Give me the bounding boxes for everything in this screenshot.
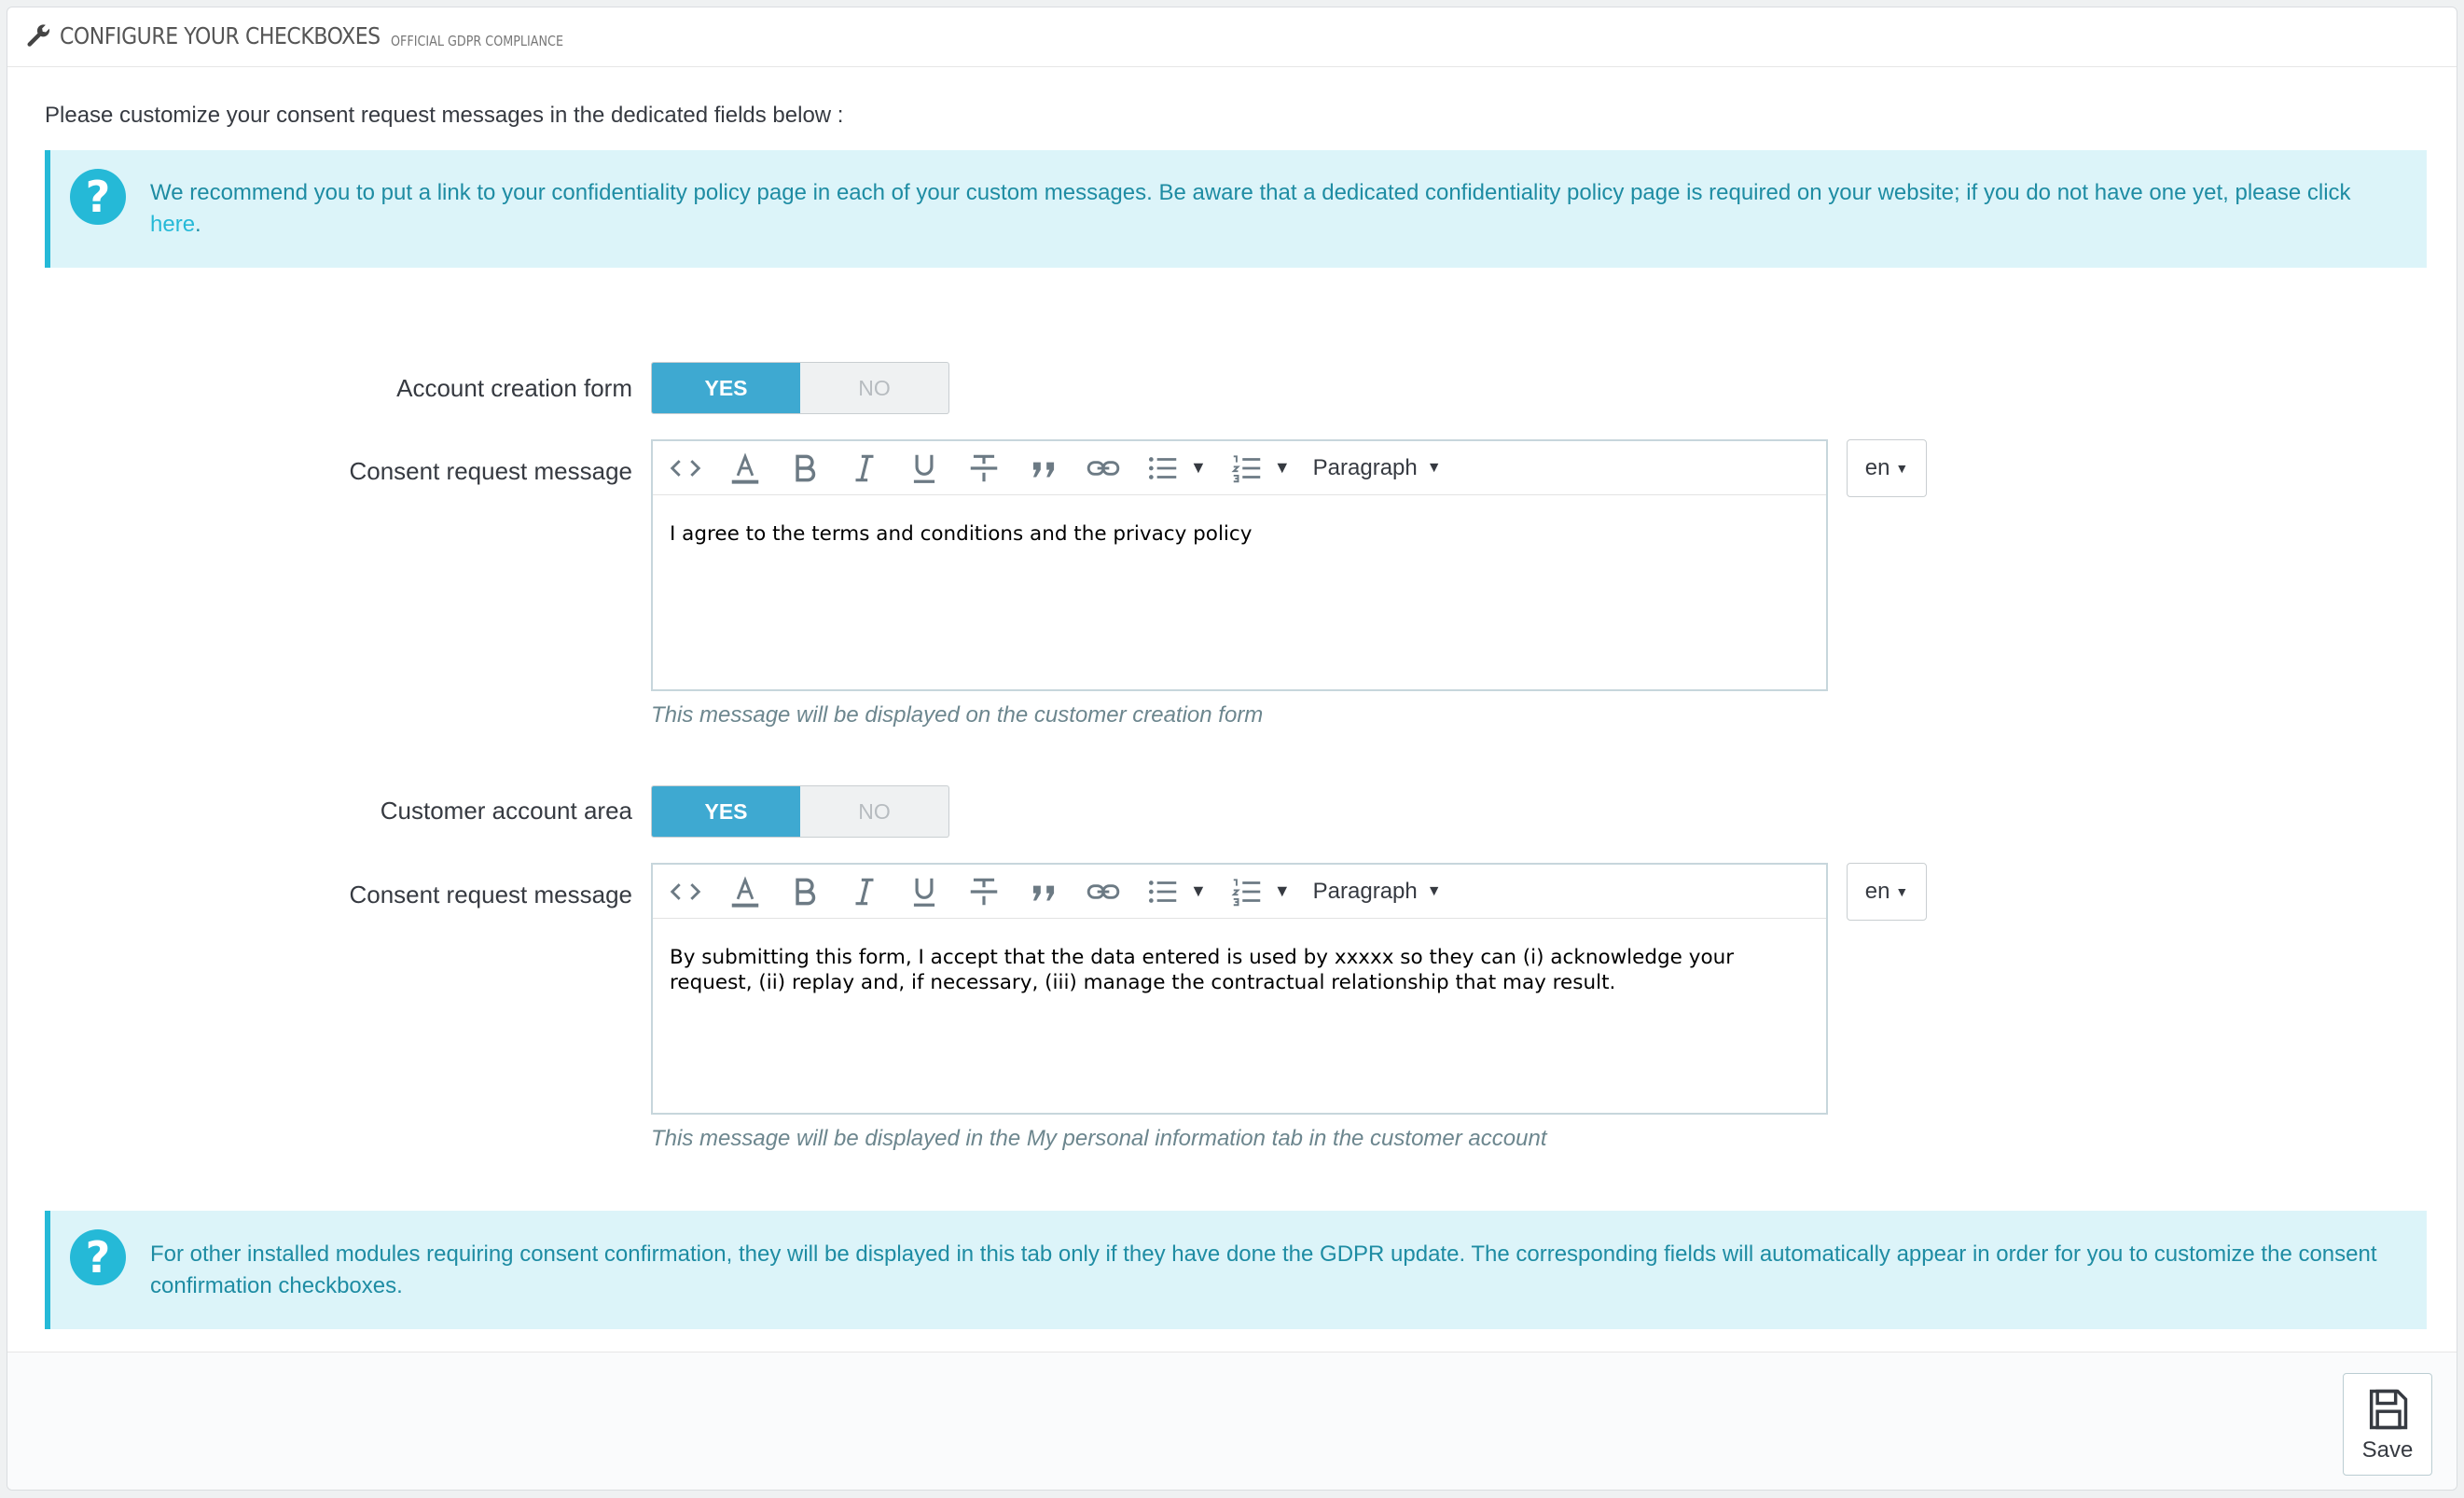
- customer-account-area-label: Customer account area: [380, 797, 632, 825]
- alert-text: We recommend you to put a link to your c…: [150, 180, 2351, 237]
- wrench-icon: [27, 24, 50, 47]
- question-circle-icon: ?: [70, 169, 126, 225]
- bullet-list-dropdown-icon[interactable]: ▼: [1190, 873, 1207, 910]
- bold-icon[interactable]: [787, 450, 823, 487]
- customer-account-toggle[interactable]: YES NO: [651, 785, 949, 838]
- toggle-no[interactable]: NO: [800, 363, 948, 413]
- blockquote-icon[interactable]: [1026, 450, 1061, 487]
- toggle-no[interactable]: NO: [800, 786, 948, 837]
- numbered-list-dropdown-icon[interactable]: ▼: [1274, 873, 1291, 910]
- toggle-yes[interactable]: YES: [652, 363, 800, 413]
- panel-subtitle: OFFICIAL GDPR COMPLIANCE: [390, 33, 563, 49]
- numbered-list-dropdown-icon[interactable]: ▼: [1274, 450, 1291, 487]
- underline-icon[interactable]: [907, 873, 942, 910]
- toggle-yes[interactable]: YES: [652, 786, 800, 837]
- intro-text: Please customize your consent request me…: [45, 103, 844, 128]
- link-icon[interactable]: [1086, 873, 1121, 910]
- question-circle-icon: ?: [70, 1229, 126, 1285]
- numbered-list-icon[interactable]: [1229, 450, 1265, 487]
- consent-message-text[interactable]: By submitting this form, I accept that t…: [653, 919, 1826, 995]
- consent-message-editor[interactable]: ▼ ▼ Paragraph ▼ By submitting this form, …: [651, 863, 1828, 1115]
- help-text: This message will be displayed in the My…: [651, 1126, 1547, 1151]
- bold-icon[interactable]: [787, 873, 823, 910]
- strikethrough-icon[interactable]: [966, 450, 1002, 487]
- consent-message-label: Consent request message: [349, 881, 632, 909]
- caret-down-icon: ▼: [1895, 884, 1909, 899]
- consent-message-editor[interactable]: ▼ ▼ Paragraph ▼ I agree to the terms and …: [651, 439, 1828, 691]
- language-selector[interactable]: en ▼: [1847, 439, 1927, 497]
- bullet-list-icon[interactable]: [1145, 873, 1181, 910]
- here-link[interactable]: here: [150, 212, 195, 237]
- panel-footer: Save: [7, 1352, 2457, 1490]
- save-button[interactable]: Save: [2343, 1373, 2432, 1476]
- paragraph-format-dropdown[interactable]: Paragraph ▼: [1313, 873, 1442, 910]
- alert-text: For other installed modules requiring co…: [150, 1241, 2377, 1298]
- panel-title: CONFIGURE YOUR CHECKBOXES: [60, 22, 381, 49]
- account-creation-toggle[interactable]: YES NO: [651, 362, 949, 414]
- info-alert-modules: ? For other installed modules requiring …: [45, 1211, 2427, 1329]
- caret-down-icon: ▼: [1895, 461, 1909, 476]
- numbered-list-icon[interactable]: [1229, 873, 1265, 910]
- consent-message-text[interactable]: I agree to the terms and conditions and …: [653, 495, 1826, 547]
- configure-checkboxes-panel: CONFIGURE YOUR CHECKBOXES OFFICIAL GDPR …: [7, 7, 2457, 1491]
- code-icon[interactable]: [668, 450, 703, 487]
- italic-icon[interactable]: [847, 873, 882, 910]
- account-creation-form-label: Account creation form: [396, 374, 632, 402]
- bullet-list-icon[interactable]: [1145, 450, 1181, 487]
- editor-toolbar: ▼ ▼ Paragraph ▼: [653, 865, 1826, 919]
- text-color-icon[interactable]: [727, 873, 763, 910]
- blockquote-icon[interactable]: [1026, 873, 1061, 910]
- language-selector[interactable]: en ▼: [1847, 863, 1927, 921]
- save-icon: [2369, 1389, 2408, 1430]
- italic-icon[interactable]: [847, 450, 882, 487]
- text-color-icon[interactable]: [727, 450, 763, 487]
- strikethrough-icon[interactable]: [966, 873, 1002, 910]
- editor-toolbar: ▼ ▼ Paragraph ▼: [653, 441, 1826, 495]
- paragraph-format-dropdown[interactable]: Paragraph ▼: [1313, 450, 1442, 487]
- bullet-list-dropdown-icon[interactable]: ▼: [1190, 450, 1207, 487]
- chevron-down-icon: ▼: [1426, 882, 1442, 899]
- code-icon[interactable]: [668, 873, 703, 910]
- chevron-down-icon: ▼: [1426, 459, 1442, 476]
- save-label: Save: [2361, 1437, 2414, 1463]
- info-alert-policy: ? We recommend you to put a link to your…: [45, 150, 2427, 268]
- underline-icon[interactable]: [907, 450, 942, 487]
- link-icon[interactable]: [1086, 450, 1121, 487]
- help-text: This message will be displayed on the cu…: [651, 702, 1264, 728]
- panel-heading: CONFIGURE YOUR CHECKBOXES OFFICIAL GDPR …: [7, 7, 2457, 67]
- consent-message-label: Consent request message: [349, 457, 632, 485]
